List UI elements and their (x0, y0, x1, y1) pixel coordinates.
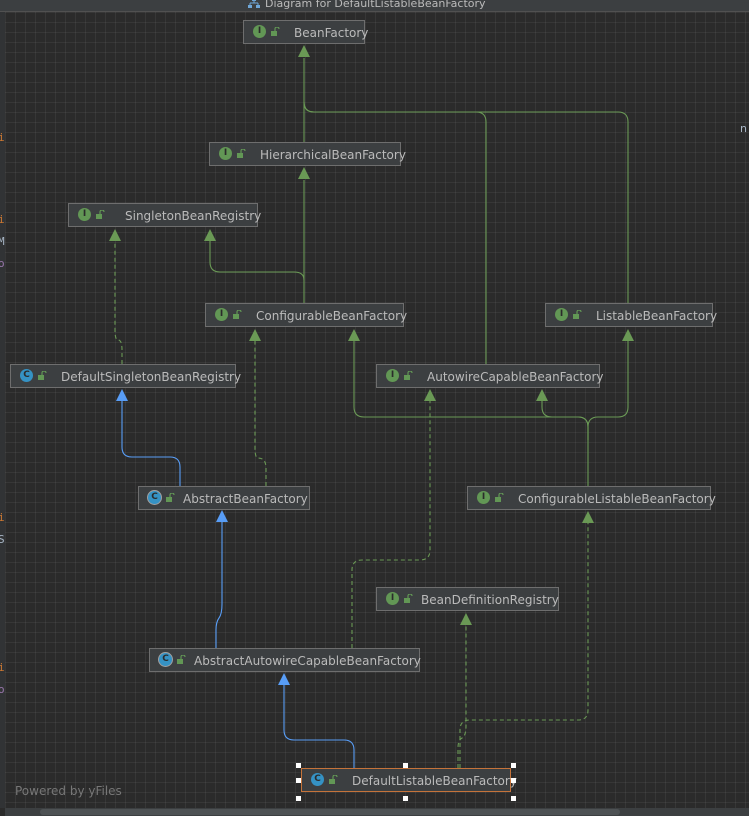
lock-icon (237, 148, 246, 158)
node-label: HierarchicalBeanFactory (260, 147, 406, 162)
lock-icon (166, 492, 175, 502)
arrowhead (622, 329, 634, 341)
lock-icon (177, 654, 186, 664)
arrowhead (298, 167, 310, 179)
interface-icon: I (253, 25, 266, 38)
edge-listable-to-beanfactory (303, 101, 629, 303)
resize-handle[interactable] (296, 778, 301, 783)
arrowhead (582, 511, 594, 523)
edge-abstractautowire-to-abstractbf (215, 522, 223, 648)
node-label: ListableBeanFactory (596, 308, 718, 323)
node-label: BeanDefinitionRegistry (421, 592, 559, 607)
node-label: DefaultListableBeanFactory (352, 773, 517, 788)
interface-icon: I (78, 208, 91, 221)
interface-icon: I (555, 308, 568, 321)
arrowhead (298, 45, 310, 57)
node-configurablelistablebeanfactory[interactable]: I ConfigurableListableBeanFactory (467, 486, 716, 510)
abstract-class-icon: C (148, 491, 161, 504)
edge-defaultsingleton-to-singleton (114, 241, 123, 364)
class-icon: C (311, 773, 324, 786)
edge-cfglistable-to-autowire (541, 401, 589, 440)
arrowhead (249, 329, 261, 341)
resize-handle[interactable] (511, 796, 516, 801)
scrollbar-thumb[interactable] (40, 809, 620, 815)
node-hierarchicalbeanfactory[interactable]: I HierarchicalBeanFactory (209, 142, 406, 166)
node-configurablebeanfactory[interactable]: I ConfigurableBeanFactory (205, 303, 408, 327)
powered-by-watermark: Powered by yFiles (15, 784, 122, 798)
node-label: ConfigurableBeanFactory (256, 308, 408, 323)
arrowhead (460, 613, 472, 625)
node-label: BeanFactory (294, 25, 369, 40)
class-icon: C (20, 369, 33, 382)
node-label: AbstractAutowireCapableBeanFactory (194, 653, 421, 668)
interface-icon: I (386, 369, 399, 382)
abstract-class-icon: C (159, 653, 172, 666)
node-autowirecapablebeanfactory[interactable]: I AutowireCapableBeanFactory (376, 364, 604, 388)
node-beandefinitionregistry[interactable]: I BeanDefinitionRegistry (376, 587, 559, 611)
resize-handle[interactable] (511, 778, 516, 783)
node-label: SingletonBeanRegistry (125, 208, 262, 223)
lock-icon (404, 370, 413, 380)
lock-icon (96, 209, 105, 219)
node-label: DefaultSingletonBeanRegistry (61, 369, 242, 384)
clipped-text-fragment: n (740, 122, 747, 135)
arrowhead (109, 229, 121, 241)
edge-defaultlistable-to-cfglistable (459, 523, 589, 768)
node-abstractbeanfactory[interactable]: C AbstractBeanFactory (138, 486, 310, 510)
node-singletonbeanregistry[interactable]: I SingletonBeanRegistry (68, 203, 262, 227)
arrowhead (348, 329, 360, 341)
node-label: AbstractBeanFactory (183, 491, 308, 506)
resize-handle[interactable] (511, 763, 516, 768)
arrowhead (216, 510, 228, 522)
lock-icon (329, 774, 338, 784)
node-abstractautowirecapablebeanfactory[interactable]: C AbstractAutowireCapableBeanFactory (149, 648, 421, 672)
edge-defaultlistable-to-abstractautowire (283, 685, 355, 768)
node-defaultlistablebeanfactory[interactable]: C DefaultListableBeanFactory (301, 768, 517, 792)
node-label: AutowireCapableBeanFactory (427, 369, 604, 384)
interface-icon: I (219, 147, 232, 160)
horizontal-scrollbar[interactable] (5, 808, 749, 816)
arrowhead (278, 673, 290, 685)
edge-cfglistable-to-listable (587, 341, 629, 440)
edge-abstractbf-to-configurable (254, 341, 267, 486)
interface-icon: I (386, 592, 399, 605)
edge-configurable-to-singleton (209, 241, 305, 281)
lock-icon (271, 26, 280, 36)
edge-abstractbf-to-defaultsingleton (121, 401, 181, 486)
interface-icon: I (215, 308, 228, 321)
interface-icon: I (477, 491, 490, 504)
lock-icon (38, 370, 47, 380)
node-beanfactory[interactable]: I BeanFactory (243, 20, 369, 44)
arrowhead (424, 389, 436, 401)
arrowhead (116, 389, 128, 401)
lock-icon (573, 309, 582, 319)
resize-handle[interactable] (403, 796, 408, 801)
arrowhead (204, 229, 216, 241)
arrowhead (536, 389, 548, 401)
lock-icon (404, 593, 413, 603)
lock-icon (495, 492, 504, 502)
resize-handle[interactable] (296, 796, 301, 801)
resize-handle[interactable] (296, 763, 301, 768)
resize-handle[interactable] (403, 763, 408, 768)
edge-cfglistable-to-configurable (353, 341, 589, 486)
node-label: ConfigurableListableBeanFactory (518, 491, 716, 506)
lock-icon (233, 309, 242, 319)
edge-defaultlistable-to-beandefreg (457, 625, 467, 768)
node-listablebeanfactory[interactable]: I ListableBeanFactory (545, 303, 717, 327)
edges-layer (109, 45, 634, 768)
node-defaultsingletonbeanregistry[interactable]: C DefaultSingletonBeanRegistry (10, 364, 241, 388)
